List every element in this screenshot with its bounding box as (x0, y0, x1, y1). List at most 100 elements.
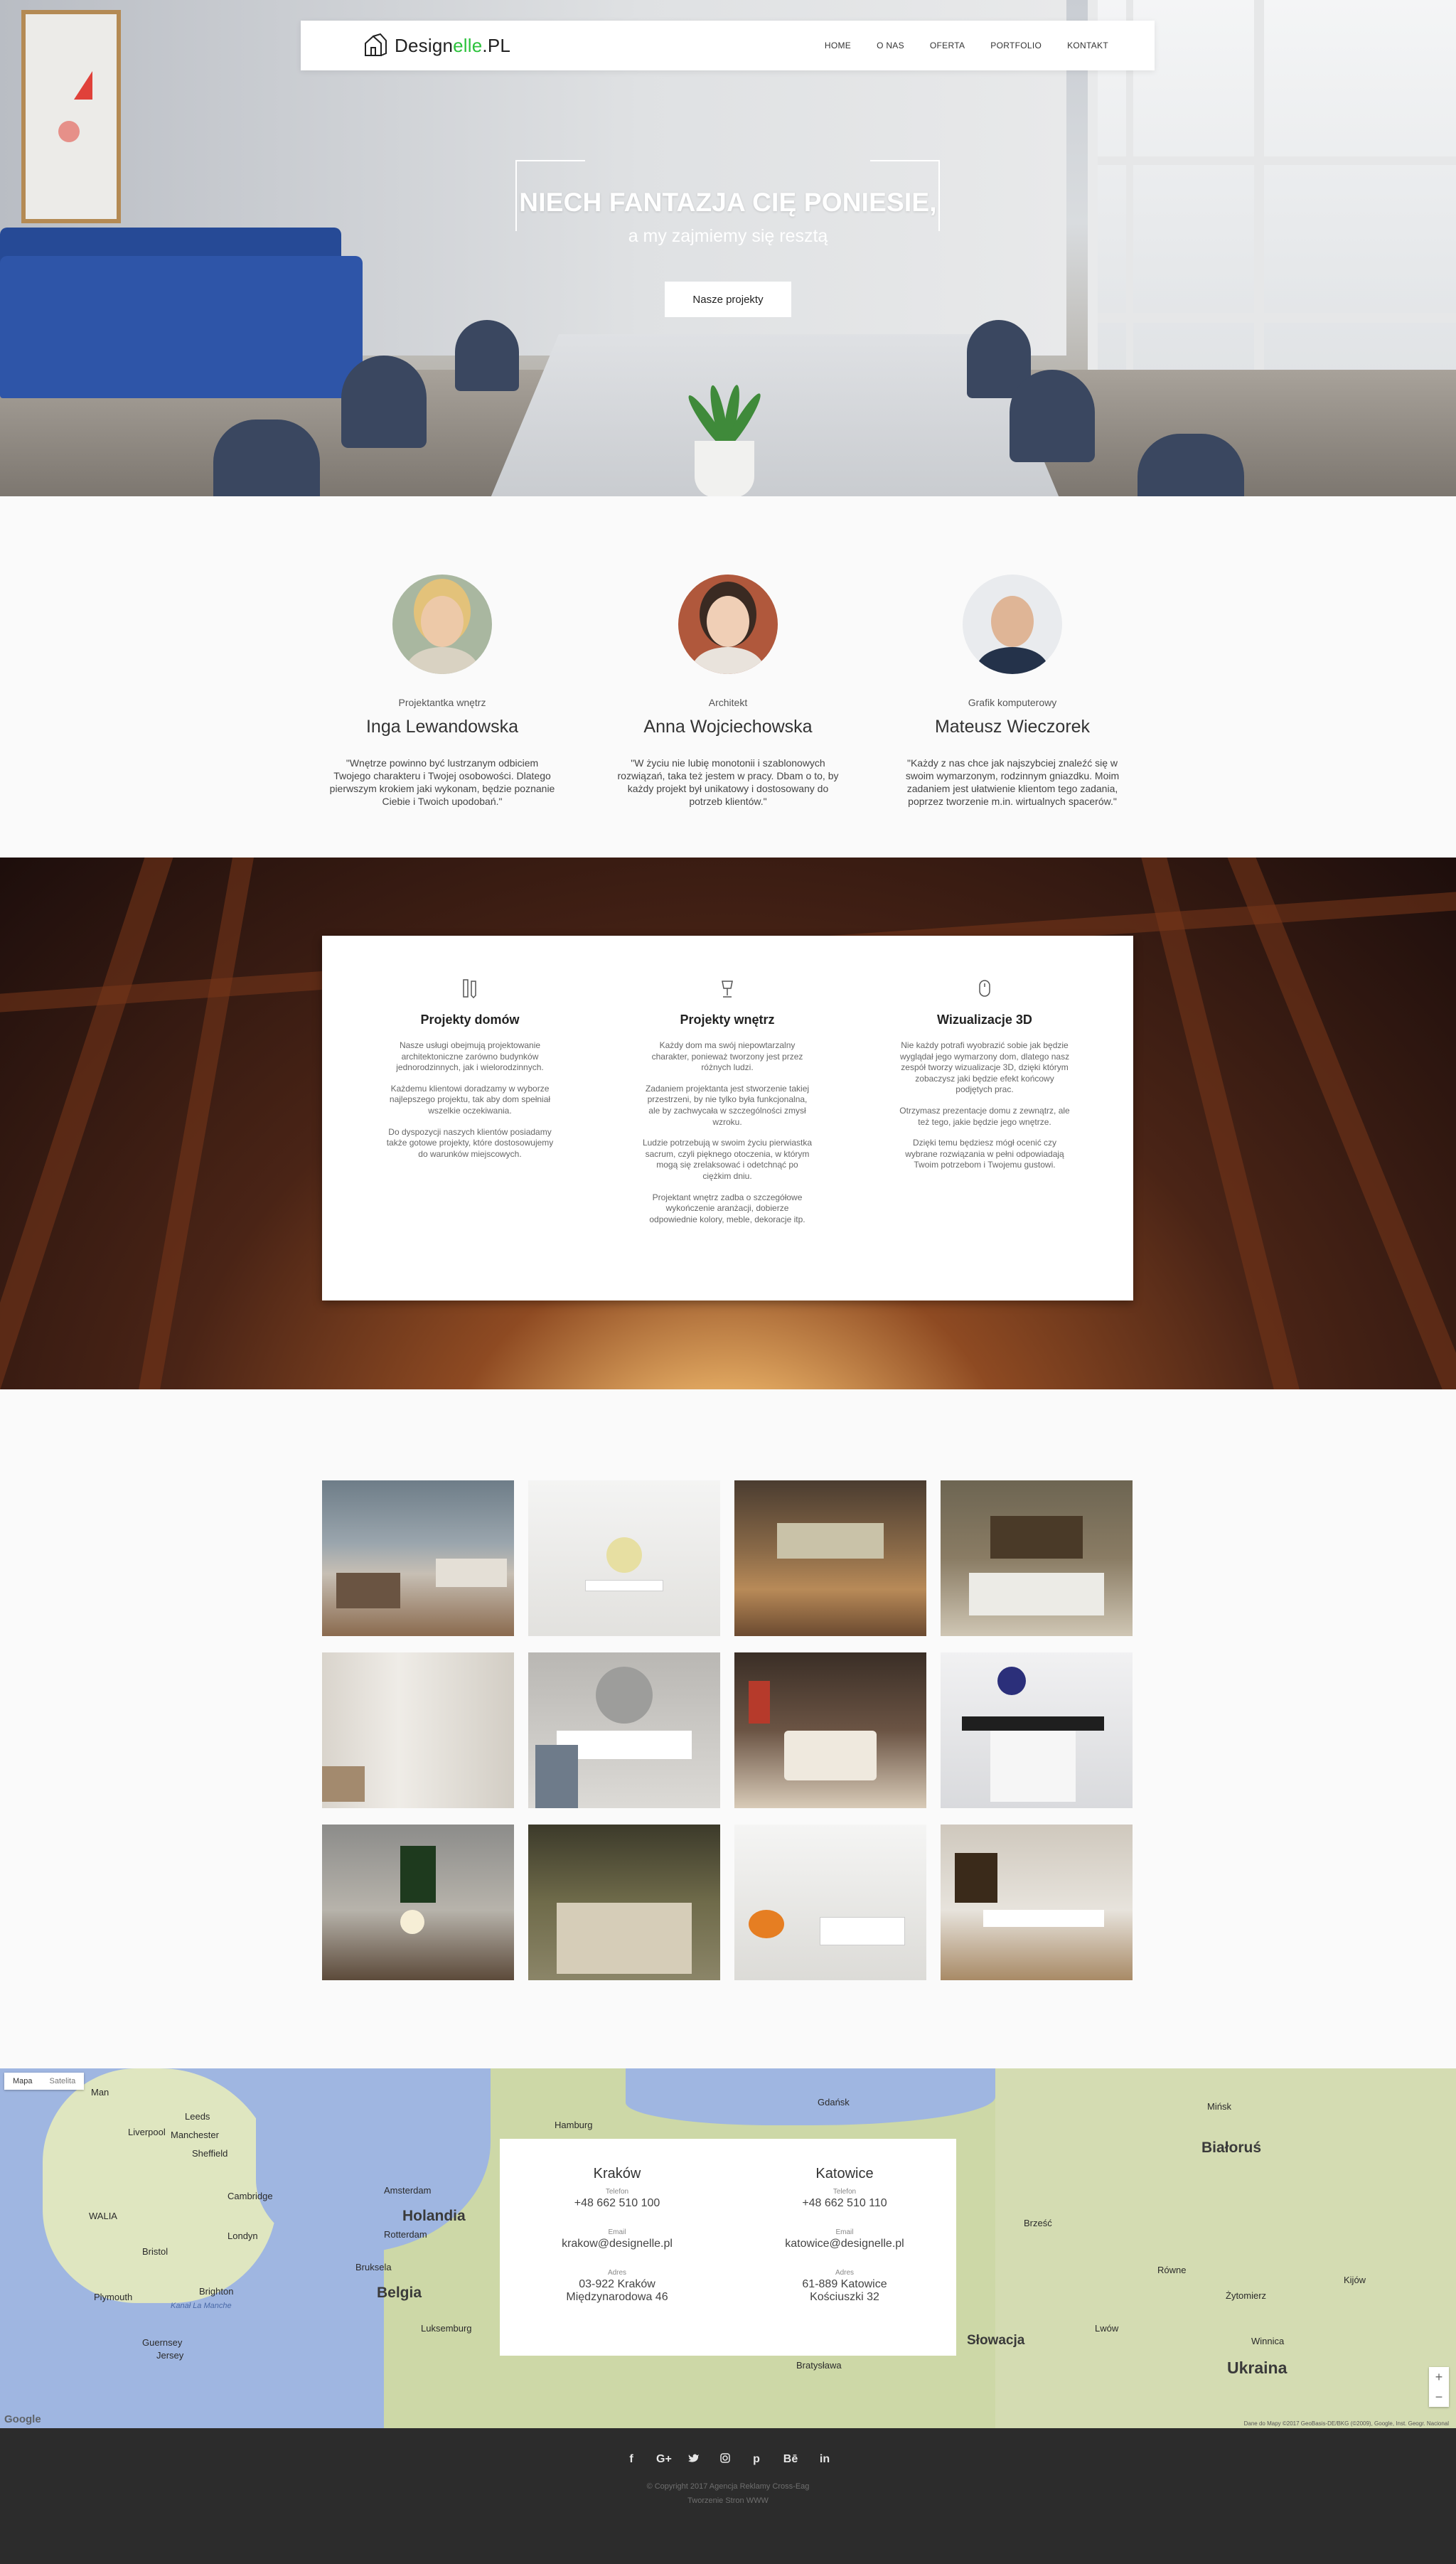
logo-text: Designelle.PL (395, 34, 511, 56)
hero-section: Designelle.PL HOME O NAS OFERTA PORTFOLI… (0, 0, 1456, 496)
mouse-icon (899, 978, 1070, 1003)
map-label: Słowacja (967, 2333, 1025, 2348)
zoom-out-button[interactable]: − (1429, 2387, 1449, 2407)
office-krakow: Kraków Telefon +48 662 510 100 Email kra… (528, 2166, 706, 2304)
chair (455, 320, 519, 391)
chair (1010, 370, 1095, 462)
gallery-image[interactable] (941, 1480, 1133, 1636)
member-quote: "Wnętrze powinno być lustrzanym odbiciem… (329, 757, 555, 807)
service-title: Wizualizacje 3D (937, 1013, 1032, 1027)
map-label: Białoruś (1201, 2140, 1262, 2156)
map-label: Bruksela (355, 2262, 392, 2272)
projects-button[interactable]: Nasze projekty (665, 282, 791, 317)
email-link[interactable]: krakow@designelle.pl (528, 2238, 706, 2250)
member-name: Mateusz Wieczorek (934, 717, 1091, 737)
nav-portfolio[interactable]: PORTFOLIO (990, 41, 1042, 50)
map-label: Bratysława (796, 2360, 842, 2371)
avatar (963, 575, 1062, 674)
phone-label: Telefon (605, 2188, 629, 2196)
map-label: Luksemburg (421, 2323, 472, 2334)
map-label: Brześć (1024, 2218, 1052, 2228)
services-card: Projekty domów Nasze usługi obejmują pro… (322, 936, 1133, 1300)
instagram-icon[interactable] (719, 2453, 732, 2467)
map-label: Holandia (402, 2208, 466, 2224)
service-interiors: Projekty wnętrz Każdy dom ma swój niepow… (642, 978, 813, 1225)
office-katowice: Katowice Telefon +48 662 510 110 Email k… (756, 2166, 933, 2304)
gallery-image[interactable] (941, 1652, 1133, 1808)
address-line: Międzynarodowa 46 (566, 2291, 668, 2303)
map-label: Jersey (156, 2350, 184, 2361)
google-plus-icon[interactable]: G+ (656, 2453, 672, 2467)
facebook-icon[interactable]: f (625, 2453, 638, 2467)
gallery-image[interactable] (528, 1480, 720, 1636)
email-link[interactable]: katowice@designelle.pl (756, 2238, 933, 2250)
office-city: Kraków (593, 2166, 641, 2181)
gallery-image[interactable] (322, 1825, 514, 1980)
chair (341, 356, 427, 448)
team-member: Architekt Anna Wojciechowska "W życiu ni… (607, 575, 849, 808)
map-label: Gdańsk (818, 2097, 850, 2108)
member-name: Inga Lewandowska (365, 717, 519, 737)
map-attribution: Dane do Mapy ©2017 GeoBasis-DE/BKG (©200… (1243, 2420, 1449, 2427)
gallery-image[interactable] (322, 1480, 514, 1636)
gallery-image[interactable] (734, 1652, 926, 1808)
map-type-map[interactable]: Mapa (4, 2073, 41, 2090)
nav-oferta[interactable]: OFERTA (930, 41, 965, 50)
map-label: Man (91, 2087, 109, 2098)
map-type-satellite[interactable]: Satelita (41, 2073, 85, 2090)
twitter-icon[interactable] (687, 2453, 700, 2467)
address-label: Adres (607, 2269, 627, 2277)
map-label: Mińsk (1207, 2101, 1231, 2112)
map-label: Leeds (185, 2111, 210, 2122)
gallery-image[interactable] (941, 1825, 1133, 1980)
address-line: 03-922 Kraków (579, 2278, 655, 2290)
map-label: Hamburg (555, 2120, 593, 2130)
footer-credit-link[interactable]: Tworzenie Stron WWW (0, 2496, 1456, 2505)
nav-home[interactable]: HOME (825, 41, 851, 50)
nav-o-nas[interactable]: O NAS (877, 41, 904, 50)
team-section: Projektantka wnętrz Inga Lewandowska "Wn… (0, 496, 1456, 858)
service-houses: Projekty domów Nasze usługi obejmują pro… (385, 978, 555, 1160)
map-label: Cambridge (228, 2191, 273, 2201)
address-label: Adres (835, 2269, 855, 2277)
nav-kontakt[interactable]: KONTAKT (1067, 41, 1108, 50)
contact-card: Kraków Telefon +48 662 510 100 Email kra… (500, 2139, 956, 2356)
logo[interactable]: Designelle.PL (363, 33, 510, 58)
map-label: Winnica (1251, 2336, 1285, 2346)
phone-link[interactable]: +48 662 510 100 (528, 2197, 706, 2210)
pinterest-icon[interactable]: p (750, 2453, 763, 2467)
map-label: WALIA (89, 2211, 117, 2221)
gallery-image[interactable] (734, 1480, 926, 1636)
zoom-in-button[interactable]: + (1429, 2367, 1449, 2387)
member-name: Anna Wojciechowska (643, 717, 813, 737)
member-quote: "Każdy z nas chce jak najszybciej znaleź… (905, 757, 1120, 807)
footer: f G+ p Bē in © Copyright 2017 Agencja Re… (0, 2428, 1456, 2564)
map-zoom-controls: + − (1429, 2367, 1449, 2407)
behance-icon[interactable]: Bē (781, 2453, 800, 2467)
map-label: Sheffield (192, 2148, 228, 2159)
gallery-image[interactable] (528, 1825, 720, 1980)
service-title: Projekty domów (420, 1013, 520, 1027)
email-label: Email (835, 2228, 854, 2236)
phone-link[interactable]: +48 662 510 110 (756, 2197, 933, 2210)
navbar: Designelle.PL HOME O NAS OFERTA PORTFOLI… (301, 21, 1155, 70)
team-member: Grafik komputerowy Mateusz Wieczorek "Ka… (892, 575, 1133, 808)
wall-art (21, 10, 121, 223)
map-label: Żytomierz (1226, 2290, 1267, 2301)
map-label: Bristol (142, 2246, 168, 2257)
service-description: Każdy dom ma swój niepowtarzalny charakt… (642, 1040, 813, 1224)
address-line: Kościuszki 32 (810, 2291, 879, 2303)
contact-map[interactable]: Mapa Satelita Man Leeds Liverpool Manche… (0, 2068, 1456, 2428)
gallery-image[interactable] (528, 1652, 720, 1808)
gallery-image[interactable] (734, 1825, 926, 1980)
map-label: Amsterdam (384, 2185, 432, 2196)
map-label: Kijów (1344, 2275, 1366, 2285)
linkedin-icon[interactable]: in (818, 2453, 831, 2467)
gallery-image[interactable] (322, 1652, 514, 1808)
avatar (392, 575, 492, 674)
map-label: Brighton (199, 2286, 234, 2297)
pencil-ruler-icon (385, 978, 555, 1003)
hero-title: NIECH FANTAZJA CIĘ PONIESIE, (519, 188, 937, 217)
member-role: Grafik komputerowy (968, 697, 1057, 708)
address-line: 61-889 Katowice (802, 2278, 887, 2290)
